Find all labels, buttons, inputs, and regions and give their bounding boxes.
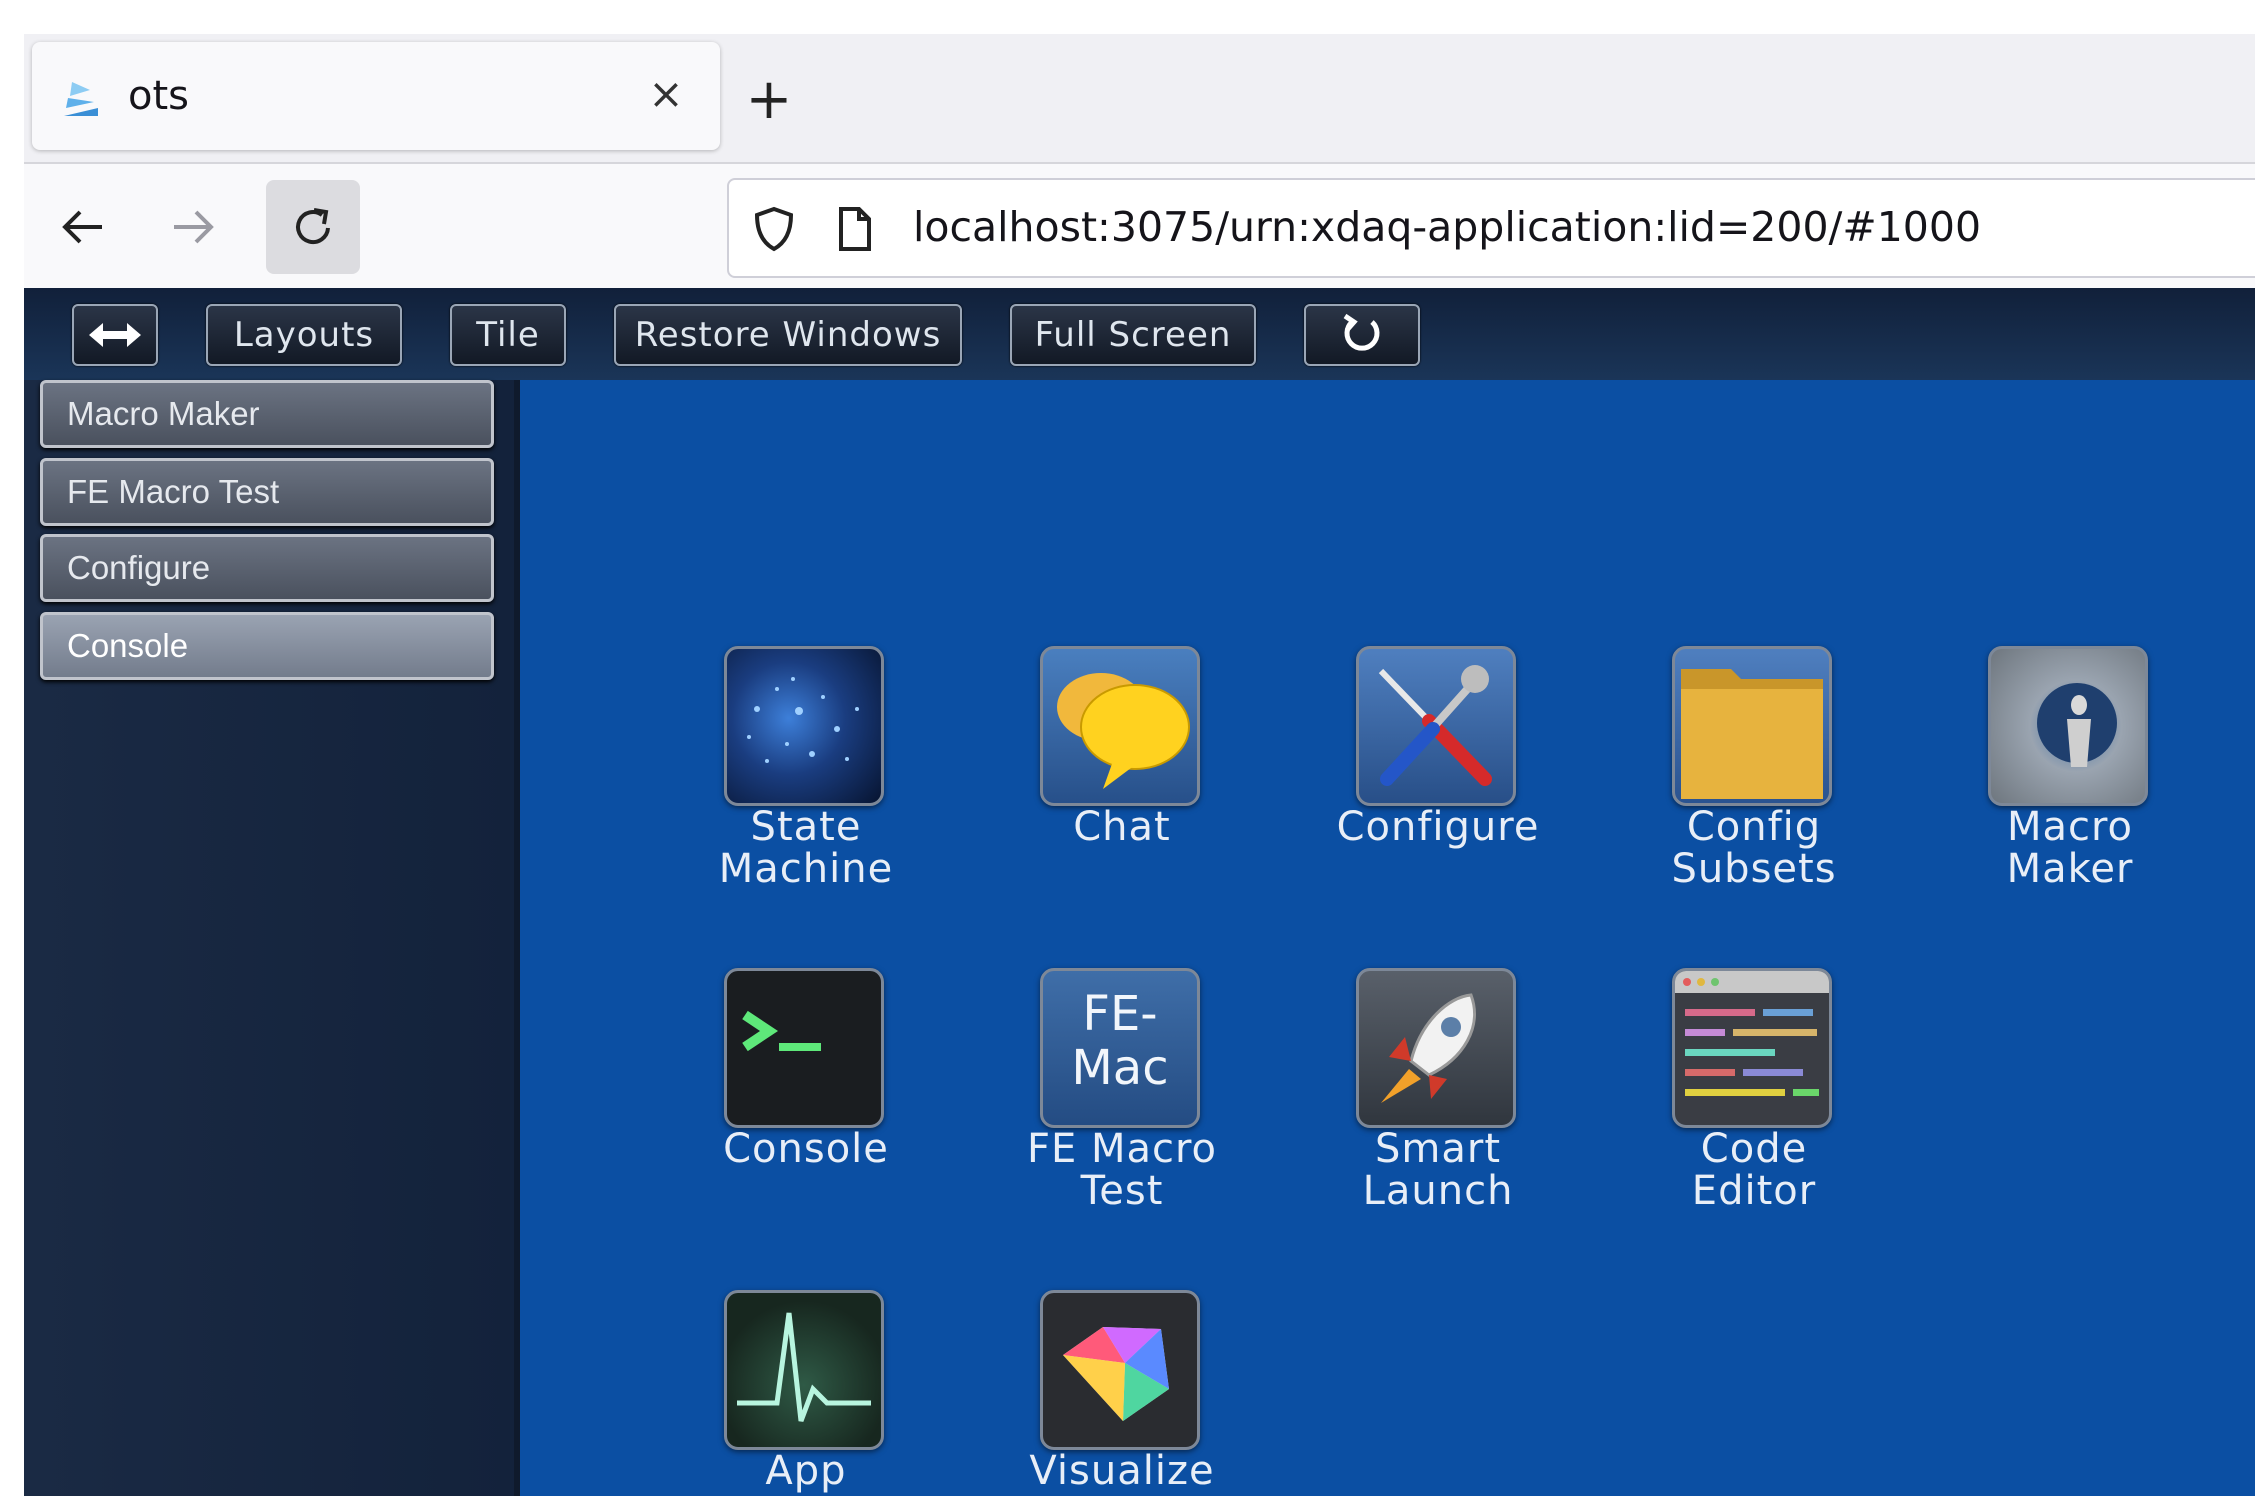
desktop-area: State Machine Chat Configure Config Subs…	[520, 380, 2255, 1496]
tab-title: ots	[128, 73, 189, 119]
terminal-icon	[724, 968, 884, 1128]
full-screen-button[interactable]: Full Screen	[1010, 304, 1256, 366]
reload-icon	[296, 208, 330, 245]
tab-strip: ots × +	[24, 34, 2255, 164]
back-arrow-icon	[62, 210, 102, 244]
expand-sidebar-button[interactable]	[72, 304, 158, 366]
fe-mac-tile-text: FE- Mac	[1071, 986, 1169, 1096]
fe-mac-icon: FE- Mac	[1040, 968, 1200, 1128]
page-icon[interactable]	[833, 204, 877, 254]
address-bar[interactable]: localhost:3075/urn:xdaq-application:lid=…	[727, 178, 2255, 278]
desktop-icon-label: Config Subsets	[1671, 804, 1837, 892]
restore-windows-button[interactable]: Restore Windows	[614, 304, 962, 366]
desktop-icon-label: Chat	[1073, 804, 1171, 850]
desktop-icon-label: Code Editor	[1691, 1126, 1817, 1214]
desktop-icon-label: Macro Maker	[2006, 804, 2134, 892]
layouts-button[interactable]: Layouts	[206, 304, 402, 366]
browser-chrome: ots × + localhost:3075/urn:xdaq-applicat…	[24, 34, 2255, 290]
reload-button[interactable]	[266, 180, 360, 274]
folder-icon	[1672, 646, 1832, 806]
code-editor-icon	[1672, 968, 1832, 1128]
heartbeat-icon	[724, 1290, 884, 1450]
desktop-icon-label: State Machine	[718, 804, 894, 892]
new-tab-button[interactable]: +	[739, 70, 799, 130]
refresh-icon	[1343, 313, 1380, 351]
tile-button[interactable]: Tile	[450, 304, 566, 366]
back-button[interactable]	[36, 180, 130, 274]
expand-icon	[89, 323, 141, 347]
forward-button[interactable]	[146, 180, 240, 274]
desktop-icon-label: Console	[723, 1126, 889, 1172]
forward-arrow-icon	[174, 210, 214, 244]
rocket-icon	[1356, 968, 1516, 1128]
desktop-icon-label: FE Macro Test	[1026, 1126, 1218, 1214]
navigation-bar: localhost:3075/urn:xdaq-application:lid=…	[24, 164, 2255, 290]
sidebar-item-configure[interactable]: Configure	[40, 534, 494, 602]
ots-favicon-icon	[64, 82, 98, 116]
state-machine-icon	[724, 646, 884, 806]
tab-close-icon[interactable]: ×	[638, 66, 694, 122]
window-list-sidebar: Macro Maker FE Macro Test Configure Cons…	[24, 380, 520, 1496]
desktop-icon-label: Visualize	[1029, 1448, 1215, 1494]
desktop-icon-label: App Status	[739, 1448, 871, 1496]
sidebar-item-macro-maker[interactable]: Macro Maker	[40, 380, 494, 448]
visualize-icon	[1040, 1290, 1200, 1450]
url-text[interactable]: localhost:3075/urn:xdaq-application:lid=…	[913, 202, 1981, 252]
configure-icon	[1356, 646, 1516, 806]
chat-icon	[1040, 646, 1200, 806]
ots-desktop-app: Layouts Tile Restore Windows Full Screen…	[24, 288, 2255, 1496]
desktop-icon-label: Configure	[1336, 804, 1540, 850]
desktop-icon-label: Smart Launch	[1362, 1126, 1514, 1214]
desktop-toolbar: Layouts Tile Restore Windows Full Screen	[24, 288, 2255, 380]
sidebar-item-console[interactable]: Console	[40, 612, 494, 680]
sidebar-item-fe-macro-test[interactable]: FE Macro Test	[40, 458, 494, 526]
refresh-button[interactable]	[1304, 304, 1420, 366]
tab-ots[interactable]: ots ×	[32, 42, 720, 150]
macro-maker-icon	[1988, 646, 2148, 806]
shield-icon[interactable]	[749, 204, 799, 254]
